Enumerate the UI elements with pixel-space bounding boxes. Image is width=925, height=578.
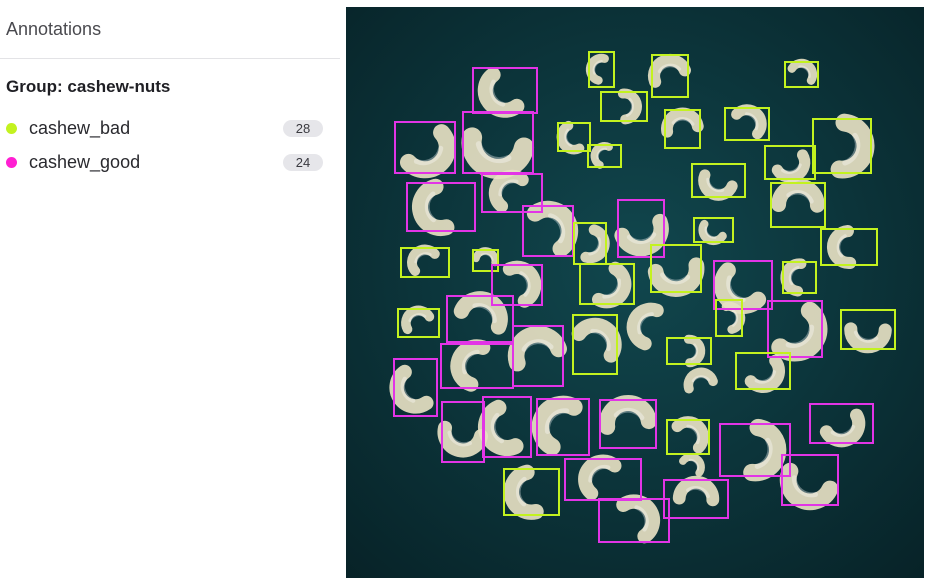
- count-badge: 28: [283, 119, 323, 137]
- bbox-cashew-good[interactable]: [462, 111, 534, 174]
- bbox-cashew-bad[interactable]: [735, 352, 791, 390]
- bbox-cashew-bad[interactable]: [600, 91, 648, 122]
- bbox-cashew-bad[interactable]: [840, 309, 896, 350]
- bbox-cashew-bad[interactable]: [666, 419, 710, 455]
- bbox-cashew-bad[interactable]: [724, 107, 770, 141]
- annotations-sidebar: Annotations Group: cashew-nuts cashew_ba…: [0, 0, 340, 578]
- bbox-cashew-good[interactable]: [809, 403, 874, 444]
- bbox-cashew-bad[interactable]: [572, 314, 618, 375]
- image-viewer[interactable]: [346, 7, 924, 578]
- color-dot-icon: [6, 156, 17, 168]
- bbox-cashew-good[interactable]: [663, 479, 729, 519]
- bbox-cashew-good[interactable]: [522, 205, 574, 257]
- sidebar-header: Annotations: [0, 0, 340, 59]
- bbox-cashew-bad[interactable]: [693, 217, 734, 243]
- bbox-cashew-bad[interactable]: [764, 145, 816, 180]
- bbox-cashew-bad[interactable]: [650, 244, 702, 293]
- bbox-cashew-good[interactable]: [440, 343, 514, 389]
- bbox-cashew-good[interactable]: [441, 401, 485, 463]
- bbox-cashew-good[interactable]: [599, 399, 657, 449]
- bbox-cashew-good[interactable]: [598, 498, 670, 543]
- bbox-cashew-bad[interactable]: [664, 109, 701, 149]
- bbox-cashew-bad[interactable]: [588, 51, 615, 88]
- bbox-cashew-bad[interactable]: [770, 182, 826, 228]
- label-name: cashew_bad: [29, 117, 131, 138]
- bbox-cashew-bad[interactable]: [715, 299, 743, 337]
- bbox-cashew-good[interactable]: [446, 295, 514, 343]
- bbox-cashew-bad[interactable]: [651, 54, 689, 98]
- bbox-cashew-bad[interactable]: [587, 144, 622, 168]
- bbox-cashew-good[interactable]: [394, 121, 456, 174]
- bbox-cashew-bad[interactable]: [820, 228, 878, 266]
- bbox-cashew-good[interactable]: [536, 398, 590, 456]
- bbox-cashew-bad[interactable]: [579, 263, 635, 305]
- bbox-cashew-good[interactable]: [482, 396, 532, 458]
- bbox-cashew-good[interactable]: [564, 458, 642, 501]
- bbox-cashew-bad[interactable]: [691, 163, 746, 198]
- bbox-cashew-good[interactable]: [472, 67, 538, 114]
- bbox-cashew-good[interactable]: [406, 182, 476, 232]
- bbox-cashew-bad[interactable]: [557, 122, 591, 152]
- group-title: Group: cashew-nuts: [6, 77, 171, 96]
- bbox-cashew-bad[interactable]: [573, 222, 607, 265]
- bbox-cashew-good[interactable]: [393, 358, 438, 417]
- label-item-cashew-bad[interactable]: cashew_bad 28: [0, 111, 340, 145]
- bbox-cashew-good[interactable]: [767, 300, 823, 358]
- bbox-cashew-bad[interactable]: [397, 308, 440, 338]
- count-badge: 24: [283, 153, 323, 171]
- bbox-cashew-bad[interactable]: [812, 118, 872, 174]
- bbox-cashew-bad[interactable]: [782, 261, 817, 294]
- label-list: cashew_bad 28 cashew_good 24: [0, 111, 340, 179]
- color-dot-icon: [6, 122, 17, 134]
- label-name: cashew_good: [29, 151, 141, 172]
- bbox-cashew-bad[interactable]: [784, 61, 819, 88]
- bbox-cashew-bad[interactable]: [666, 337, 712, 365]
- bbox-cashew-bad[interactable]: [400, 247, 450, 278]
- label-item-cashew-good[interactable]: cashew_good 24: [0, 145, 340, 179]
- bbox-cashew-good[interactable]: [781, 454, 839, 506]
- bbox-cashew-good[interactable]: [512, 325, 564, 387]
- bbox-cashew-bad[interactable]: [503, 468, 560, 516]
- panel-title: Annotations: [6, 18, 102, 39]
